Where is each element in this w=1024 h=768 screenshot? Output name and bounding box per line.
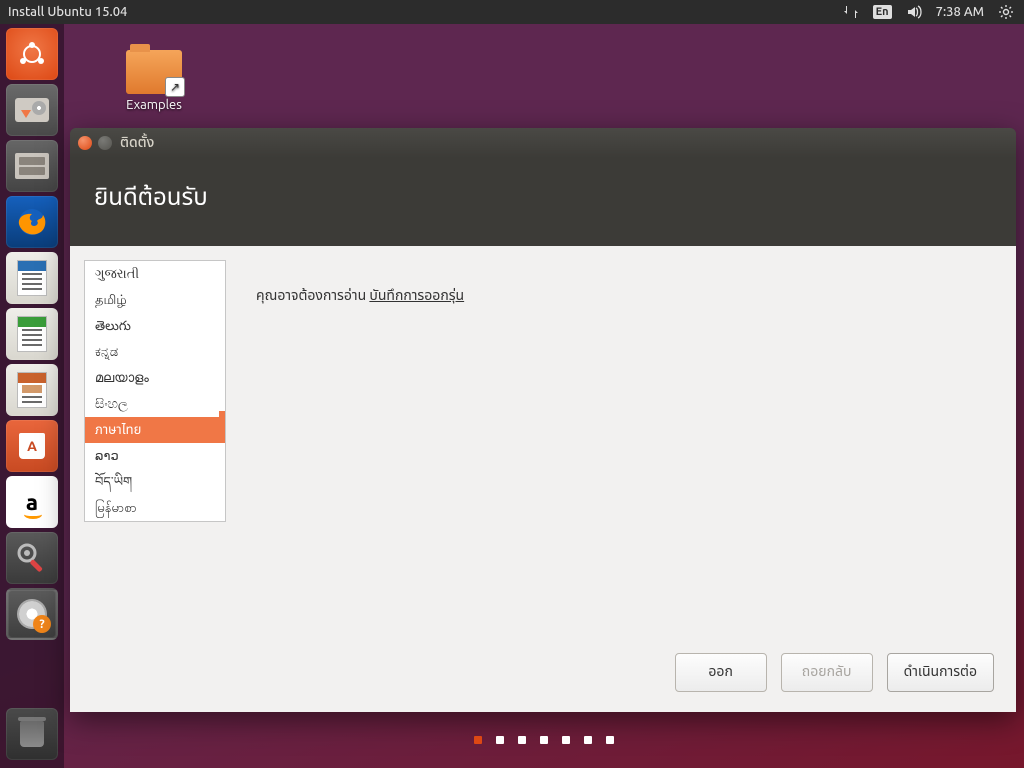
launcher-software-center[interactable] bbox=[6, 420, 58, 472]
volume-icon[interactable] bbox=[906, 4, 922, 20]
launcher-trash[interactable] bbox=[6, 708, 58, 760]
menubar-indicators: En 7:38 AM bbox=[843, 4, 1024, 20]
launcher-firefox[interactable] bbox=[6, 196, 58, 248]
language-option[interactable]: ภาษาไทย bbox=[85, 417, 225, 443]
pager-dot[interactable] bbox=[474, 736, 482, 744]
language-option[interactable]: ລາວ bbox=[85, 443, 225, 469]
language-option[interactable]: తెలుగు bbox=[85, 313, 225, 339]
installer-right-pane: คุณอาจต้องการอ่าน บันทึกการออกรุ่น bbox=[226, 246, 1016, 712]
launcher-ubiquity[interactable] bbox=[6, 588, 58, 640]
installer-button-row: ออก ถอยกลับ ดำเนินการต่อ bbox=[675, 653, 994, 692]
session-gear-icon[interactable] bbox=[998, 4, 1014, 20]
pager-dot[interactable] bbox=[606, 736, 614, 744]
continue-button[interactable]: ดำเนินการต่อ bbox=[887, 653, 994, 692]
desktop-icon-label: Examples bbox=[114, 98, 194, 112]
pager-dot[interactable] bbox=[540, 736, 548, 744]
window-minimize-button[interactable] bbox=[98, 136, 112, 150]
menubar-title: Install Ubuntu 15.04 bbox=[0, 5, 127, 19]
unity-launcher: a bbox=[0, 24, 64, 768]
launcher-dash[interactable] bbox=[6, 28, 58, 80]
folder-icon bbox=[126, 50, 182, 94]
release-notes-link[interactable]: บันทึกการออกรุ่น bbox=[369, 287, 464, 303]
installer-body: ગુજરાતીதமிழ்తెలుగుಕನ್ನಡമലയാളംසිංහලภาษาไท… bbox=[70, 246, 1016, 712]
pager-dot[interactable] bbox=[584, 736, 592, 744]
pager-dot[interactable] bbox=[562, 736, 570, 744]
launcher-system-settings[interactable] bbox=[6, 532, 58, 584]
language-option[interactable]: ಕನ್ನಡ bbox=[85, 339, 225, 365]
language-option[interactable]: မြန်မာစာ bbox=[85, 495, 225, 521]
pager-dot[interactable] bbox=[518, 736, 526, 744]
launcher-libreoffice-writer[interactable] bbox=[6, 252, 58, 304]
language-option[interactable]: ગુજરાતી bbox=[85, 261, 225, 287]
window-close-button[interactable] bbox=[78, 136, 92, 150]
scrollbar-thumb[interactable] bbox=[219, 411, 225, 441]
language-option[interactable]: བོད་ཡིག bbox=[85, 469, 225, 495]
launcher-files[interactable] bbox=[6, 140, 58, 192]
quit-button[interactable]: ออก bbox=[675, 653, 767, 692]
installer-window: ติดตั้ง ยินดีต้อนรับ ગુજરાતીதமிழ்తెలుగుಕ… bbox=[70, 128, 1016, 712]
installer-heading: ยินดีต้อนรับ bbox=[70, 158, 1016, 246]
launcher-libreoffice-impress[interactable] bbox=[6, 364, 58, 416]
language-option[interactable]: മലയാളം bbox=[85, 365, 225, 391]
launcher-amazon[interactable]: a bbox=[6, 476, 58, 528]
desktop-icon-examples[interactable]: Examples bbox=[114, 50, 194, 112]
installer-pager bbox=[64, 736, 1024, 744]
window-titlebar[interactable]: ติดตั้ง bbox=[70, 128, 1016, 158]
release-notes-prompt: คุณอาจต้องการอ่าน bbox=[256, 287, 369, 303]
pager-dot[interactable] bbox=[496, 736, 504, 744]
keyboard-layout-indicator[interactable]: En bbox=[873, 5, 892, 19]
language-list[interactable]: ગુજરાતીதமிழ்తెలుగుಕನ್ನಡമലയാളംසිංහලภาษาไท… bbox=[84, 260, 226, 522]
launcher-libreoffice-calc[interactable] bbox=[6, 308, 58, 360]
window-title: ติดตั้ง bbox=[120, 133, 154, 154]
back-button: ถอยกลับ bbox=[781, 653, 873, 692]
language-option[interactable]: தமிழ் bbox=[85, 287, 225, 313]
network-icon[interactable] bbox=[843, 4, 859, 20]
clock[interactable]: 7:38 AM bbox=[936, 5, 984, 19]
language-option[interactable]: සිංහල bbox=[85, 391, 225, 417]
launcher-install-drive[interactable] bbox=[6, 84, 58, 136]
top-menubar: Install Ubuntu 15.04 En 7:38 AM bbox=[0, 0, 1024, 24]
